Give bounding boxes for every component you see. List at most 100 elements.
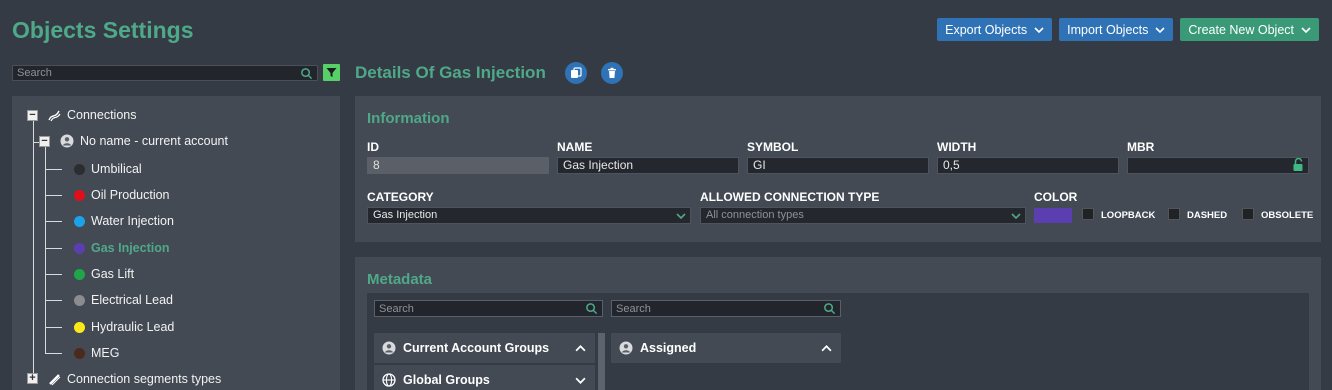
obsolete-checkbox[interactable] <box>1242 208 1254 220</box>
chevron-down-icon <box>1155 26 1165 33</box>
object-tree: − Connections − No name - current accoun… <box>12 96 340 390</box>
search-icon[interactable] <box>823 302 836 315</box>
tree-item-hydraulic-lead[interactable]: Hydraulic Lead <box>74 320 174 334</box>
assigned-label: Assigned <box>640 341 697 355</box>
color-dot <box>74 268 85 280</box>
width-field[interactable]: 0,5 <box>937 157 1119 174</box>
current-account-groups-label: Current Account Groups <box>403 341 550 355</box>
chevron-down-icon <box>676 213 686 220</box>
allowed-connection-select[interactable]: All connection types <box>700 207 1026 224</box>
assigned-header[interactable]: Assigned <box>611 333 841 363</box>
color-dot <box>74 189 85 201</box>
metadata-panel: Metadata Current Account Groups Global G… <box>355 257 1321 390</box>
symbol-field[interactable]: GI <box>747 157 929 174</box>
search-icon[interactable] <box>300 67 313 80</box>
metadata-content: Current Account Groups Global Groups Ass… <box>367 293 1309 390</box>
search-icon[interactable] <box>585 302 598 315</box>
tree-node-account[interactable]: No name - current account <box>60 134 228 148</box>
name-field[interactable]: Gas Injection <box>557 157 739 174</box>
tree-item-gas-lift[interactable]: Gas Lift <box>74 267 134 281</box>
assigned-search-input[interactable] <box>612 302 823 315</box>
details-title: Details Of Gas Injection <box>355 63 546 82</box>
tree-line <box>45 169 62 170</box>
current-account-groups-header[interactable]: Current Account Groups <box>374 333 595 363</box>
tree-node-connection-segments[interactable]: Connection segments types <box>48 372 221 386</box>
allowed-connection-placeholder: All connection types <box>706 209 804 221</box>
information-heading: Information <box>367 110 450 127</box>
export-objects-label: Export Objects <box>945 22 1028 37</box>
loopback-checkbox[interactable] <box>1082 208 1094 220</box>
color-label: COLOR <box>1034 190 1078 204</box>
create-new-object-button[interactable]: Create New Object <box>1180 18 1319 41</box>
groups-search-input[interactable] <box>375 302 585 315</box>
filter-button[interactable] <box>323 64 340 81</box>
color-dot <box>74 294 85 306</box>
tree-item-label: Hydraulic Lead <box>91 320 175 334</box>
chevron-down-icon <box>575 377 586 384</box>
tree-line <box>45 195 62 196</box>
tree-item-label: MEG <box>91 346 120 360</box>
allowed-connection-label: ALLOWED CONNECTION TYPE <box>700 190 880 204</box>
mbr-field[interactable] <box>1127 157 1309 174</box>
tree-node-label: Connections <box>67 108 137 122</box>
tree-node-connections[interactable]: Connections <box>48 108 137 122</box>
filter-icon <box>326 68 337 77</box>
copy-icon <box>571 67 582 78</box>
import-objects-button[interactable]: Import Objects <box>1059 18 1174 41</box>
chevron-down-icon <box>1301 26 1311 33</box>
color-dot <box>74 321 85 333</box>
color-dot <box>74 215 85 227</box>
tree-item-label: Oil Production <box>91 188 170 202</box>
user-icon <box>619 341 633 355</box>
unlock-icon[interactable] <box>1292 158 1305 172</box>
color-dot <box>74 163 85 175</box>
color-dot <box>74 347 85 359</box>
information-panel: Information ID 8 NAME Gas Injection SYMB… <box>355 96 1321 242</box>
mbr-label: MBR <box>1127 140 1155 154</box>
tree-item-meg[interactable]: MEG <box>74 346 119 360</box>
groups-scrollbar[interactable] <box>598 333 605 390</box>
tree-line <box>33 120 34 380</box>
tree-line <box>45 353 62 354</box>
chevron-down-icon <box>1011 213 1021 220</box>
segment-icon <box>49 373 61 385</box>
loopback-label: LOOPBACK <box>1101 210 1156 221</box>
category-select[interactable]: Gas Injection <box>367 207 691 224</box>
export-objects-button[interactable]: Export Objects <box>937 18 1053 41</box>
tree-item-electrical-lead[interactable]: Electrical Lead <box>74 293 173 307</box>
tree-item-gas-injection[interactable]: Gas Injection <box>74 241 170 255</box>
groups-search <box>374 300 603 317</box>
metadata-heading: Metadata <box>367 271 433 288</box>
category-label: CATEGORY <box>367 190 434 204</box>
tree-item-label: Gas Injection <box>91 241 170 255</box>
dashed-checkbox[interactable] <box>1168 208 1180 220</box>
tree-item-water-injection[interactable]: Water Injection <box>74 214 174 228</box>
tree-item-oil-production[interactable]: Oil Production <box>74 188 170 202</box>
name-label: NAME <box>557 140 593 154</box>
assigned-search <box>611 300 841 317</box>
tree-line <box>45 300 62 301</box>
tree-item-umbilical[interactable]: Umbilical <box>74 162 142 176</box>
color-dot <box>74 242 85 254</box>
user-icon <box>382 341 396 355</box>
import-objects-label: Import Objects <box>1067 22 1149 37</box>
global-groups-label: Global Groups <box>403 373 490 387</box>
tree-search-input[interactable] <box>13 67 300 79</box>
tree-item-label: Gas Lift <box>91 267 135 281</box>
global-groups-header[interactable]: Global Groups <box>374 365 595 390</box>
dashed-label: DASHED <box>1187 210 1228 221</box>
color-picker[interactable] <box>1034 208 1072 223</box>
user-icon <box>60 134 74 148</box>
tree-line <box>45 274 62 275</box>
delete-button[interactable] <box>601 62 623 84</box>
tree-item-label: Electrical Lead <box>91 293 173 307</box>
collapse-toggle[interactable]: − <box>27 110 38 121</box>
tree-line <box>45 146 46 354</box>
tree-item-label: Umbilical <box>91 162 142 176</box>
id-label: ID <box>367 140 379 154</box>
expand-toggle[interactable]: + <box>27 373 38 384</box>
chevron-up-icon <box>821 345 832 352</box>
copy-button[interactable] <box>565 62 587 84</box>
collapse-toggle[interactable]: − <box>39 136 50 147</box>
tree-line <box>45 221 62 222</box>
